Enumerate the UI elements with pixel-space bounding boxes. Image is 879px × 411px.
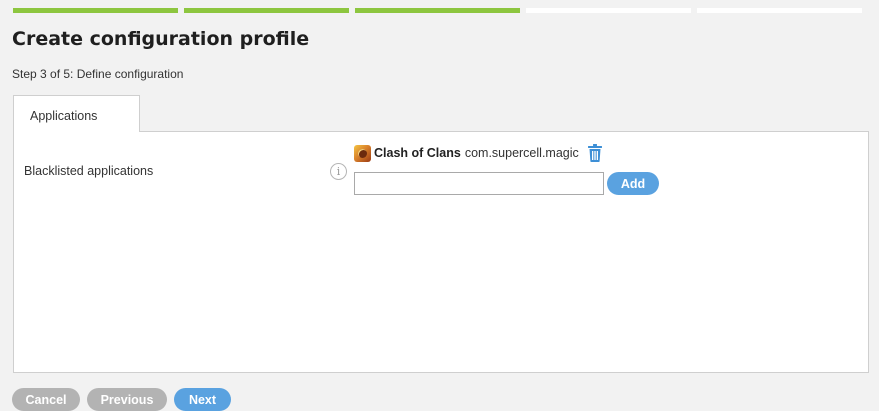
previous-button[interactable]: Previous (87, 388, 167, 411)
blacklisted-app-item: Clash of Clans com.supercell.magic (354, 143, 603, 163)
progress-step-2 (184, 8, 349, 13)
trash-icon[interactable] (587, 144, 603, 162)
page-title: Create configuration profile (12, 28, 310, 50)
application-input[interactable] (354, 172, 604, 195)
app-name: Clash of Clans (374, 146, 461, 160)
progress-step-4 (526, 8, 691, 13)
tab-applications-label: Applications (30, 109, 98, 123)
info-icon[interactable]: i (330, 163, 347, 180)
progress-step-3 (355, 8, 520, 13)
progress-step-5 (697, 8, 862, 13)
add-button[interactable]: Add (607, 172, 659, 195)
app-package-id: com.supercell.magic (464, 146, 579, 160)
clash-of-clans-app-icon (354, 144, 371, 162)
progress-step-1 (13, 8, 178, 13)
blacklisted-applications-label: Blacklisted applications (24, 164, 154, 178)
cancel-button[interactable]: Cancel (12, 388, 80, 411)
wizard-progress-bar (13, 8, 862, 13)
next-button[interactable]: Next (174, 388, 231, 411)
tab-applications[interactable]: Applications (13, 95, 140, 132)
step-indicator: Step 3 of 5: Define configuration (12, 67, 184, 81)
